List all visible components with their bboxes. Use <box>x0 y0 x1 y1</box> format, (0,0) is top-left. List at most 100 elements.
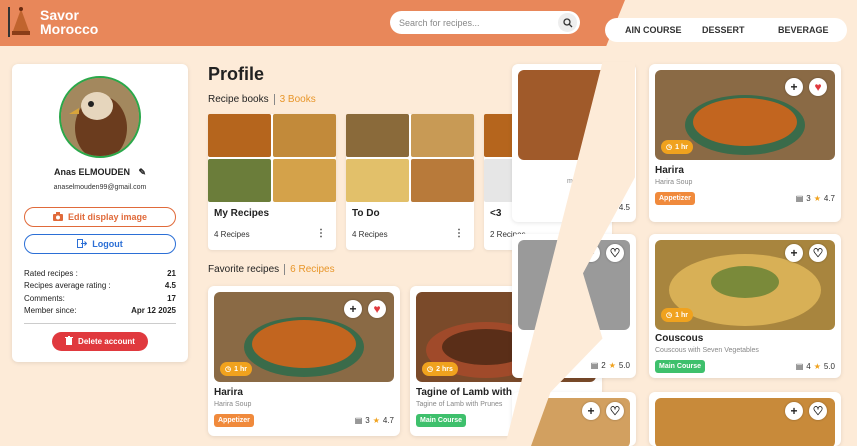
comment-count: 2 <box>601 361 606 370</box>
kebab-menu-icon[interactable]: ⋮ <box>316 228 326 239</box>
add-icon[interactable]: + <box>344 300 362 318</box>
comment-icon: ▤ <box>795 194 804 203</box>
edit-display-image-label: Edit display image <box>67 212 148 222</box>
cook-time-badge: ◷ 1 hr <box>661 308 693 322</box>
cook-time-badge: ◷ 2 hrs <box>422 362 458 376</box>
stat-rated-recipes: Rated recipes : 21 <box>24 269 176 281</box>
recipe-subtitle: Tagine of Lamb with Prunes <box>416 401 503 408</box>
heart-outline-icon[interactable]: ♡ <box>606 244 624 262</box>
tagine-icon <box>6 5 36 39</box>
star-icon: ★ <box>608 361 616 370</box>
stat-label: Rated recipes : <box>24 269 78 278</box>
logo-line-2: Morocco <box>40 21 99 37</box>
recipe-title[interactable]: Harira <box>214 387 243 398</box>
stat-member-since: Member since: Apr 12 2025 <box>24 306 176 318</box>
recipe-books-heading: Recipe books 3 Books <box>208 94 316 105</box>
search-icon[interactable] <box>558 13 577 32</box>
comment-icon: ▤ <box>354 416 363 425</box>
clock-icon: ◷ <box>666 312 673 319</box>
add-icon[interactable]: + <box>785 78 803 96</box>
user-name: Anas ELMOUDEN <box>53 167 130 177</box>
kebab-menu-icon[interactable]: ⋮ <box>454 228 464 239</box>
recipe-subtitle: Harira Soup <box>655 179 693 186</box>
clock-icon: ◷ <box>666 144 673 151</box>
recipe-book-card[interactable]: To Do 4 Recipes ⋮ <box>346 114 474 250</box>
heart-filled-icon[interactable]: ♥ <box>809 78 827 96</box>
cook-time: 1 hr <box>675 143 688 151</box>
recipe-book-card[interactable]: My Recipes 4 Recipes ⋮ <box>208 114 336 250</box>
delete-account-label: Delete account <box>78 337 135 346</box>
recipe-books-label: Recipe books <box>208 94 269 106</box>
header: Savor Morocco Search for recipes... AIN … <box>0 0 857 46</box>
camera-icon <box>52 211 63 223</box>
cook-time: 1 hr <box>234 365 247 373</box>
book-cover-mosaic <box>208 114 336 202</box>
stat-label: Recipes average rating : <box>24 281 111 291</box>
rating: 4.5 <box>618 203 630 212</box>
rating: 5.0 <box>823 362 835 371</box>
logo-text: Savor Morocco <box>40 8 98 36</box>
stat-value: 17 <box>167 293 176 303</box>
book-name: To Do <box>352 208 380 219</box>
recipe-title[interactable]: Tagine of Lamb with <box>416 387 512 398</box>
category-tag: Main Course <box>416 414 467 427</box>
heart-outline-icon[interactable]: ♡ <box>809 244 827 262</box>
comment-count: 3 <box>806 194 811 203</box>
recipe-meta: ▤ 2 ★ 5.0 <box>591 361 630 370</box>
star-icon: ★ <box>372 416 380 425</box>
recipe-card[interactable]: + ♥ ◷ 1 hr Harira Harira Soup Appetizer ▤… <box>208 286 400 436</box>
book-cover-mosaic <box>346 114 474 202</box>
delete-account-button[interactable]: Delete account <box>52 332 148 351</box>
comment-count: 4 <box>806 362 811 371</box>
user-stats: Rated recipes : 21 Recipes average rating… <box>24 269 176 318</box>
category-nav: AIN COURSE DESSERT BEVERAGE <box>605 18 847 42</box>
stat-value: 4.5 <box>164 281 176 291</box>
clock-icon: ◷ <box>427 366 434 373</box>
recipe-subtitle: Harira Soup <box>214 401 252 408</box>
recipe-card[interactable]: + ♡ <box>649 392 841 446</box>
logout-button[interactable]: Logout <box>24 234 176 254</box>
recipe-card[interactable]: + ♥ ◷ 1 hr Harira Harira Soup Appetizer ▤… <box>649 64 841 222</box>
pencil-icon[interactable]: ✎ <box>138 167 146 177</box>
heart-filled-icon[interactable]: ♥ <box>368 300 386 318</box>
nav-dessert[interactable]: DESSERT <box>702 25 745 35</box>
book-name: My Recipes <box>214 208 270 219</box>
add-icon[interactable]: + <box>582 402 600 420</box>
recipe-books-count: 3 Books <box>279 94 316 106</box>
recipe-title[interactable]: Couscous <box>655 333 703 344</box>
book-count: 4 Recipes <box>214 230 250 239</box>
recipe-meta: ▤ 3 ★ 4.7 <box>796 194 835 203</box>
add-icon[interactable]: + <box>785 244 803 262</box>
logo-line-1: Savor <box>40 7 79 23</box>
star-icon: ★ <box>813 194 821 203</box>
rating: 4.7 <box>823 194 835 203</box>
logout-icon <box>77 238 88 250</box>
nav-main-course[interactable]: AIN COURSE <box>625 25 682 35</box>
recipe-image <box>655 398 835 446</box>
recipe-title[interactable]: Harira <box>655 165 684 176</box>
heart-outline-icon[interactable]: ♡ <box>809 402 827 420</box>
logout-label: Logout <box>92 239 123 249</box>
recipe-meta: ▤ 3 ★ 4.7 <box>355 416 394 425</box>
clock-icon: ◷ <box>225 366 232 373</box>
stat-average-rating: Recipes average rating : 4.5 <box>24 281 176 293</box>
category-tag: Main Course <box>655 360 706 373</box>
stat-label: Comments: <box>24 293 65 303</box>
cook-time: 2 hrs <box>436 365 453 373</box>
divider <box>24 323 176 324</box>
nav-beverage[interactable]: BEVERAGE <box>778 25 829 35</box>
user-name-row: Anas ELMOUDEN ✎ <box>12 167 188 178</box>
heart-outline-icon[interactable]: ♡ <box>606 402 624 420</box>
edit-display-image-button[interactable]: Edit display image <box>24 207 176 227</box>
search-input[interactable]: Search for recipes... <box>390 11 580 34</box>
book-name: <3 <box>490 208 502 219</box>
add-icon[interactable]: + <box>785 402 803 420</box>
trash-icon <box>65 336 74 347</box>
recipe-card[interactable]: + ♡ ◷ 1 hr Couscous Couscous with Seven V… <box>649 234 841 378</box>
logo[interactable]: Savor Morocco <box>6 5 98 39</box>
recipe-subtitle: Couscous with Seven Vegetables <box>655 347 759 354</box>
category-tag: Appetizer <box>214 414 254 427</box>
rating: 4.7 <box>382 416 394 425</box>
recipe-meta: ▤ 4 ★ 5.0 <box>796 362 835 371</box>
comment-icon: ▤ <box>590 361 599 370</box>
